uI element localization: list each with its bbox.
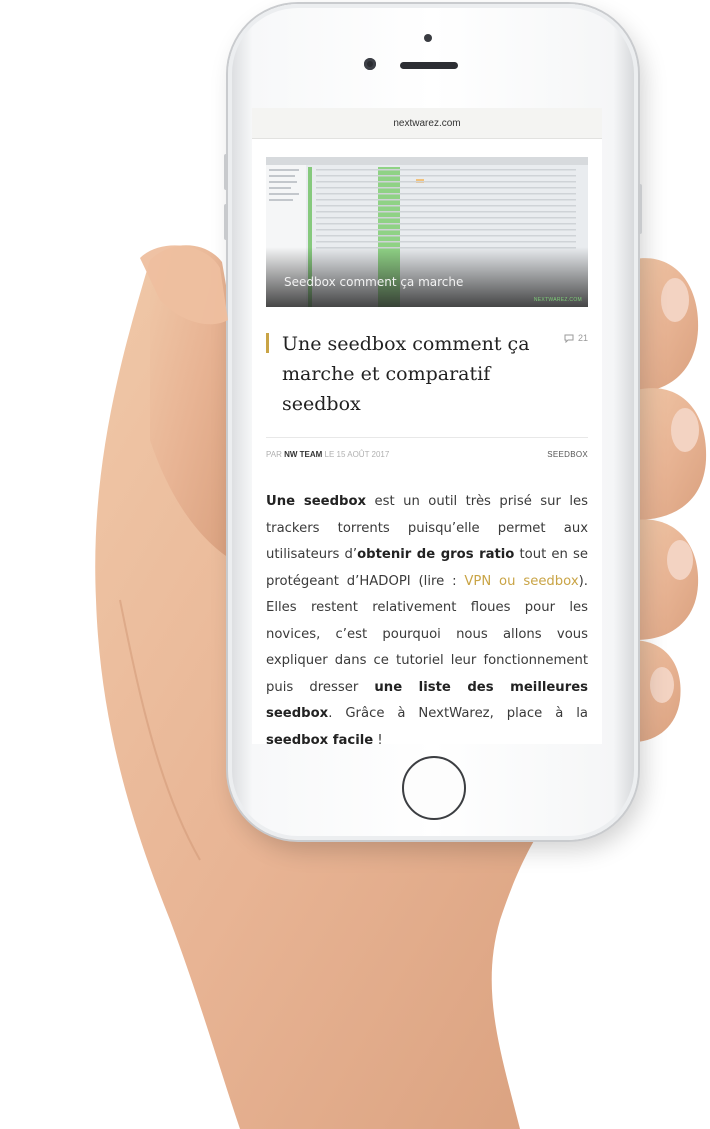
comment-count[interactable]: 21 [564, 333, 588, 343]
home-button[interactable] [402, 756, 466, 820]
volume-button [224, 204, 228, 240]
body-text: ! [373, 732, 383, 745]
browser-url-bar[interactable]: nextwarez.com [252, 108, 602, 139]
phone-device: nextwarez.com Seedbox comment ça marche … [224, 4, 642, 840]
category-link[interactable]: SEEDBOX [547, 450, 588, 459]
hero-watermark: NEXTWAREZ.COM [533, 297, 582, 303]
power-button [638, 184, 642, 234]
proximity-sensor [424, 34, 432, 42]
front-camera-icon [364, 58, 376, 70]
author-link[interactable]: NW TEAM [284, 450, 322, 459]
earpiece-speaker [400, 62, 458, 69]
publish-date: LE 15 AOÛT 2017 [324, 450, 390, 459]
body-text: . Grâce à NextWarez, place à la [328, 706, 588, 721]
bold-text: Une seedbox [266, 494, 367, 509]
vpn-seedbox-link[interactable]: VPN ou seedbox [464, 574, 578, 589]
article-meta: PAR NW TEAM LE 15 AOÛT 2017 SEEDBOX [266, 437, 588, 459]
byline-prefix: PAR [266, 450, 282, 459]
body-text: ). Elles restent relativement floues pou… [266, 573, 588, 695]
hero-image[interactable]: Seedbox comment ça marche NEXTWAREZ.COM [266, 157, 588, 307]
phone-screen: nextwarez.com Seedbox comment ça marche … [252, 108, 602, 744]
comment-bubble-icon [564, 334, 574, 343]
comment-count-value: 21 [577, 333, 588, 343]
article-title[interactable]: Une seedbox comment ça marche et compara… [282, 329, 542, 419]
bold-text: seedbox facile [266, 732, 374, 745]
article-header: Une seedbox comment ça marche et compara… [266, 329, 588, 419]
title-accent-bar [266, 333, 269, 353]
bold-text: obtenir de gros ratio [357, 547, 515, 562]
article-intro: Une seedbox est un outil très prisé sur … [266, 489, 588, 744]
byline: PAR NW TEAM LE 15 AOÛT 2017 [266, 450, 389, 459]
hero-caption: Seedbox comment ça marche [284, 275, 464, 289]
volume-button [224, 154, 228, 190]
url-text: nextwarez.com [393, 117, 461, 129]
